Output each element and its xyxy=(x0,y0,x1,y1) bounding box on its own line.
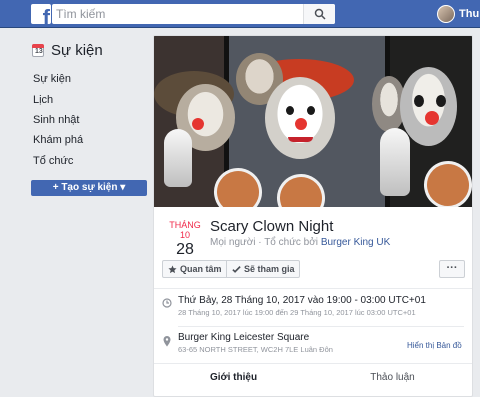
sidebar-item-events[interactable]: Sự kiện xyxy=(33,73,71,85)
divider-top xyxy=(154,288,472,289)
event-card: THÁNG 10 28 Scary Clown Night Mọi người … xyxy=(153,35,473,397)
search-button[interactable] xyxy=(303,4,335,24)
clock-icon xyxy=(162,298,172,308)
going-label: Sẽ tham gia xyxy=(244,264,295,274)
event-cover-photo[interactable] xyxy=(154,36,472,207)
divider-middle xyxy=(178,326,464,327)
event-time-main: Thứ Bảy, 28 Tháng 10, 2017 vào 19:00 - 0… xyxy=(178,295,426,306)
tab-discussion[interactable]: Thảo luận xyxy=(313,372,472,383)
going-button[interactable]: Sẽ tham gia xyxy=(227,261,299,277)
organizer-link[interactable]: Burger King UK xyxy=(321,237,390,248)
sidebar-item-discover[interactable]: Khám phá xyxy=(33,134,83,146)
clown-red-nose-left xyxy=(192,118,204,130)
clown-eye-right xyxy=(307,106,315,115)
event-day: 28 xyxy=(176,241,194,258)
event-time-detail: 28 Tháng 10, 2017 lúc 19:00 đến 29 Tháng… xyxy=(178,308,416,317)
event-location: Burger King Leicester Square 63-65 NORTH… xyxy=(154,331,472,365)
event-organizer-line: Mọi người · Tổ chức bởi Burger King UK xyxy=(210,237,390,248)
user-avatar[interactable] xyxy=(437,5,455,23)
clown-red-nose-right xyxy=(425,111,439,125)
location-address: 63-65 NORTH STREET, WC2H 7LE Luân Đôn xyxy=(178,345,333,354)
event-time: Thứ Bảy, 28 Tháng 10, 2017 vào 19:00 - 0… xyxy=(154,294,472,328)
event-date: THÁNG 10 28 xyxy=(164,220,206,259)
more-options-button[interactable]: ··· xyxy=(439,260,465,278)
event-response-buttons: Quan tâm Sẽ tham gia xyxy=(162,260,300,278)
calendar-icon: 13 xyxy=(32,44,44,57)
location-pin-icon xyxy=(163,336,171,347)
facebook-logo-letter: f xyxy=(42,5,50,25)
top-navigation-bar: f Thu xyxy=(0,0,480,28)
clown-eye-left xyxy=(286,106,294,115)
create-event-button[interactable]: + Tạo sự kiện ▾ xyxy=(31,180,147,196)
check-icon xyxy=(232,266,241,273)
search-icon xyxy=(314,8,326,20)
event-month: THÁNG 10 xyxy=(169,220,201,240)
tab-about[interactable]: Giới thiệu xyxy=(154,372,313,383)
event-audience: Mọi người · Tổ chức bởi xyxy=(210,237,319,248)
calendar-icon-day: 13 xyxy=(35,48,43,55)
location-name[interactable]: Burger King Leicester Square xyxy=(178,332,309,343)
clown-eye-right-face-right xyxy=(436,95,446,107)
search-input[interactable] xyxy=(52,4,302,24)
interested-button[interactable]: Quan tâm xyxy=(163,261,226,277)
sidebar-title: 13 Sự kiện xyxy=(31,38,147,62)
sidebar-item-calendar[interactable]: Lịch xyxy=(33,94,53,106)
clown-face-right xyxy=(400,67,457,146)
user-name[interactable]: Thu xyxy=(459,8,479,20)
star-icon xyxy=(168,265,177,274)
interested-label: Quan tâm xyxy=(180,264,222,274)
search-bar xyxy=(52,4,335,24)
event-tabs: Giới thiệu Thảo luận xyxy=(154,363,472,396)
clown-mouth xyxy=(288,137,313,142)
show-map-link[interactable]: Hiển thị Bản đồ xyxy=(407,341,462,350)
event-title: Scary Clown Night xyxy=(210,218,334,235)
clown-eye-right-face-left xyxy=(414,95,424,107)
clown-hand-right xyxy=(380,128,410,196)
sidebar-item-birthdays[interactable]: Sinh nhật xyxy=(33,114,79,126)
clown-red-nose xyxy=(295,118,307,130)
facebook-logo[interactable]: f xyxy=(31,4,51,24)
sidebar-item-hosting[interactable]: Tổ chức xyxy=(33,155,73,167)
sidebar-title-text: Sự kiện xyxy=(51,42,103,59)
clown-hand-left xyxy=(164,129,192,187)
